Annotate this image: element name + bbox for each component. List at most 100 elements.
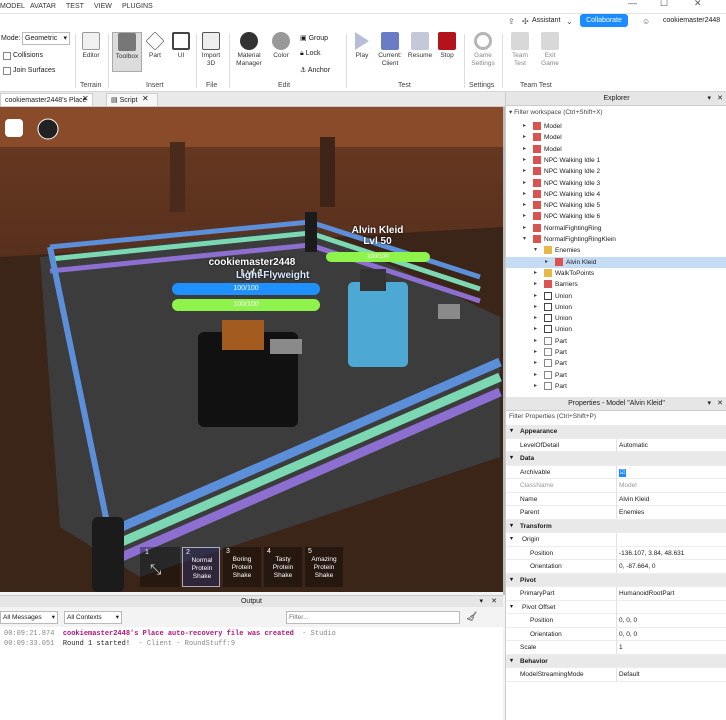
explorer-item[interactable]: ▸ WalkToPoints	[506, 268, 726, 279]
property-category[interactable]: ▾ Appearance	[506, 425, 726, 439]
mode-dropdown[interactable]: Geometric ▾	[22, 32, 70, 45]
expand-arrow-icon[interactable]: ▸	[534, 336, 537, 347]
menu-view[interactable]: VIEW	[94, 3, 112, 10]
properties-filter-input[interactable]: Filter Properties (Ctrl+Shift+P)	[506, 411, 726, 423]
clear-output-icon[interactable]: 🧹︎	[466, 611, 477, 622]
expand-arrow-icon[interactable]: ▸	[523, 211, 526, 222]
tab-script[interactable]: ▤ Script	[106, 93, 158, 106]
expand-arrow-icon[interactable]: ▸	[534, 268, 537, 279]
menu-model[interactable]: MODEL	[0, 3, 25, 10]
join-surfaces-checkbox[interactable]	[3, 67, 11, 75]
property-row[interactable]: ClassName Model	[506, 479, 726, 493]
expand-arrow-icon[interactable]: ▾	[510, 574, 513, 587]
property-row[interactable]: ModelStreamingMode Default	[506, 668, 726, 682]
explorer-item[interactable]: ▾ Enemies	[506, 245, 726, 256]
expand-arrow-icon[interactable]: ▾	[534, 245, 537, 256]
resume-button[interactable]: Resume	[406, 32, 434, 60]
exit-game-button[interactable]: Exit Game	[537, 32, 563, 68]
property-value[interactable]: Model	[619, 479, 637, 492]
editor-button[interactable]: Editor	[78, 32, 104, 60]
hotbar-slot[interactable]: 3 Boring Protein Shake	[223, 547, 261, 587]
collisions-checkbox[interactable]	[3, 52, 11, 60]
property-value[interactable]: 1	[619, 641, 623, 654]
collapse-icon[interactable]: ▾	[707, 92, 711, 106]
explorer-item[interactable]: ▸ Model	[506, 121, 726, 132]
import-3d-button[interactable]: Import 3D	[198, 32, 224, 68]
explorer-item[interactable]: ▸ Model	[506, 144, 726, 155]
property-value[interactable]: Alvin Kleid	[619, 493, 649, 506]
property-row[interactable]: Position -136.107, 3.84, 48.631	[506, 546, 726, 560]
group-button[interactable]: ▣ Group	[300, 34, 328, 42]
expand-arrow-icon[interactable]: ▸	[523, 144, 526, 155]
npc-avatar[interactable]	[348, 282, 408, 367]
expand-arrow-icon[interactable]: ▸	[534, 291, 537, 302]
property-row[interactable]: Orientation 0, -87.664, 0	[506, 560, 726, 574]
share-icon[interactable]: ⇪	[508, 17, 515, 26]
property-row[interactable]: ▾ Pivot Offset	[506, 600, 726, 614]
explorer-item[interactable]: ▸ Alvin Kleid	[506, 256, 726, 268]
explorer-item[interactable]: ▸ Model	[506, 132, 726, 143]
expand-arrow-icon[interactable]: ▸	[534, 370, 537, 381]
property-row[interactable]: Archivable ☑	[506, 465, 726, 479]
expand-arrow-icon[interactable]: ▸	[534, 381, 537, 392]
menu-plugins[interactable]: PLUGINS	[122, 3, 153, 10]
output-filter-input[interactable]	[286, 611, 460, 624]
close-icon[interactable]: ✕	[694, 0, 702, 9]
assistant-button[interactable]: Assistant	[532, 17, 560, 24]
lock-button[interactable]: 🔒︎ Lock	[300, 50, 320, 58]
expand-arrow-icon[interactable]: ▾	[510, 452, 513, 465]
camera-icon[interactable]	[37, 118, 59, 140]
play-button[interactable]: Play	[350, 32, 374, 60]
expand-arrow-icon[interactable]: ▾	[510, 520, 513, 533]
part-button[interactable]: Part	[144, 31, 166, 60]
menu-test[interactable]: TEST	[66, 3, 84, 10]
property-row[interactable]: LevelOfDetail Automatic	[506, 438, 726, 452]
hotbar-slot[interactable]: 4 Tasty Protein Shake	[264, 547, 302, 587]
property-value[interactable]: Automatic	[619, 439, 648, 452]
explorer-item[interactable]: ▸ Part	[506, 347, 726, 358]
property-value[interactable]: HumanoidRootPart	[619, 587, 674, 600]
hotbar-slot[interactable]: 1 ⤡	[140, 547, 180, 587]
explorer-item[interactable]: ▸ Barriers	[506, 279, 726, 290]
archivable-checkbox[interactable]: ☑	[619, 468, 627, 477]
explorer-item[interactable]: ▸ NormalFightingRing	[506, 223, 726, 234]
collapse-icon[interactable]: ▾	[707, 397, 711, 411]
property-value[interactable]: 0, -87.664, 0	[619, 560, 656, 573]
explorer-item[interactable]: ▸ Part	[506, 358, 726, 369]
close-icon[interactable]: ✕	[717, 397, 723, 411]
expand-arrow-icon[interactable]: ▸	[523, 223, 526, 234]
property-value[interactable]: 0, 0, 0	[619, 614, 637, 627]
current-client-button[interactable]: Current: Client	[374, 32, 406, 68]
game-settings-button[interactable]: Game Settings	[467, 32, 499, 68]
expand-arrow-icon[interactable]: ▸	[534, 324, 537, 335]
property-category[interactable]: ▾ Pivot	[506, 573, 726, 587]
hotbar-slot[interactable]: 5 Amazing Protein Shake	[305, 547, 343, 587]
expand-arrow-icon[interactable]: ▸	[523, 132, 526, 143]
explorer-item[interactable]: ▸ NPC Walking Idle 4	[506, 189, 726, 200]
property-row[interactable]: ▾ Origin	[506, 533, 726, 547]
explorer-item[interactable]: ▸ Part	[506, 381, 726, 392]
property-row[interactable]: Name Alvin Kleid	[506, 492, 726, 506]
expand-arrow-icon[interactable]: ▸	[523, 178, 526, 189]
explorer-item[interactable]: ▸ Union	[506, 324, 726, 335]
expand-arrow-icon[interactable]: ▾	[510, 601, 513, 614]
explorer-item[interactable]: ▾ NormalFightingRingKlein	[506, 234, 726, 245]
expand-arrow-icon[interactable]: ▸	[545, 257, 548, 268]
expand-arrow-icon[interactable]: ▸	[534, 313, 537, 324]
expand-arrow-icon[interactable]: ▸	[534, 347, 537, 358]
property-category[interactable]: ▾ Transform	[506, 519, 726, 533]
close-icon[interactable]: ✕	[717, 92, 723, 106]
property-row[interactable]: Position 0, 0, 0	[506, 614, 726, 628]
collaborate-button[interactable]: Collaborate	[580, 14, 628, 27]
property-value[interactable]: Default	[619, 668, 640, 681]
stop-button[interactable]: Stop	[436, 32, 458, 60]
tab-place[interactable]: cookiemaster2448's Place	[0, 93, 93, 106]
expand-arrow-icon[interactable]: ▾	[510, 425, 513, 438]
anchor-button[interactable]: ⚓︎ Anchor	[300, 66, 330, 74]
hotbar-slot[interactable]: 2 Normal Protein Shake	[182, 547, 220, 587]
explorer-item[interactable]: ▸ NPC Walking Idle 6	[506, 211, 726, 222]
team-test-button[interactable]: Team Test	[507, 32, 533, 68]
username-label[interactable]: cookiemaster2448	[663, 17, 720, 24]
explorer-filter-input[interactable]: ▾ Filter workspace (Ctrl+Shift+X)	[506, 107, 726, 119]
menu-avatar[interactable]: AVATAR	[30, 3, 56, 10]
